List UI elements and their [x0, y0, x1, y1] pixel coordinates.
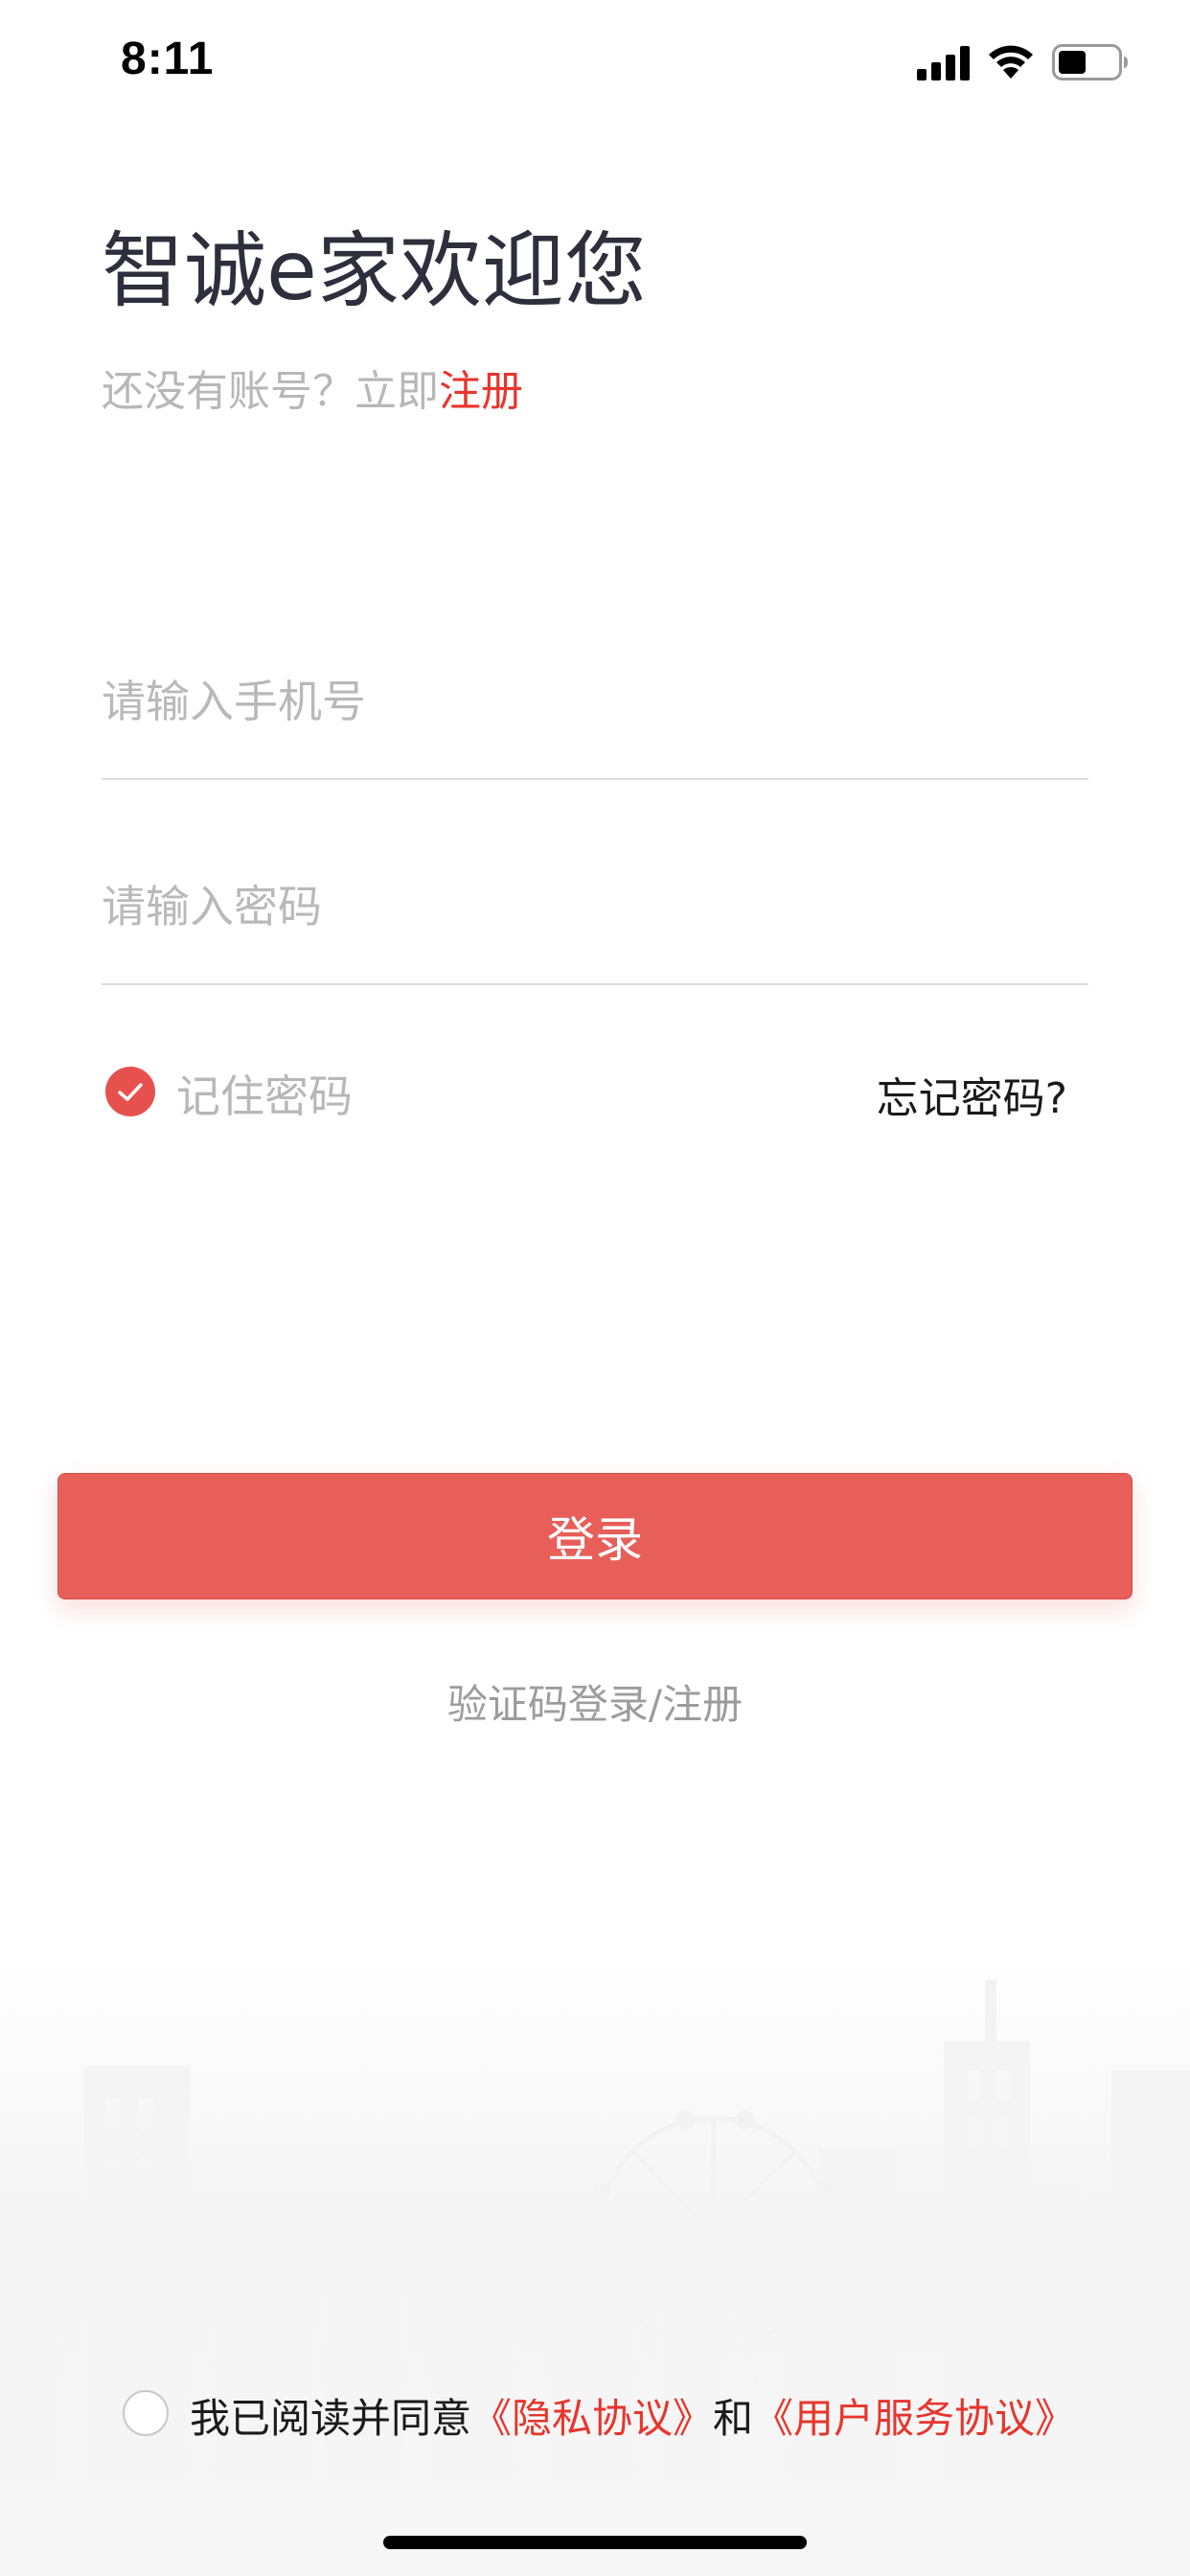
agreement-checkbox[interactable]: [123, 2390, 169, 2436]
home-indicator[interactable]: [383, 2536, 807, 2549]
wifi-icon: [989, 45, 1033, 79]
signal-icon: [917, 46, 970, 80]
password-input[interactable]: [102, 830, 1088, 985]
status-bar: 8:11: [0, 0, 1190, 126]
agreement-conjunction: 和: [713, 2395, 754, 2442]
welcome-title: 智诚e家欢迎您: [102, 223, 647, 319]
login-button[interactable]: 登录: [57, 1473, 1133, 1599]
agreement-text: 我已阅读并同意《隐私协议》和《用户服务协议》: [190, 2386, 1075, 2445]
checkmark-icon: [118, 1083, 143, 1101]
sms-login-link[interactable]: 验证码登录/注册: [0, 1672, 1190, 1731]
login-screen: 8:11 智诚e家欢迎您 还没有账号？立即注册 记住密码 忘记密码?: [0, 0, 1190, 2576]
city-skyline-illustration: [0, 1955, 1190, 2576]
privacy-policy-link[interactable]: 《隐私协议》: [471, 2395, 713, 2442]
register-link[interactable]: 注册: [439, 367, 523, 416]
phone-input[interactable]: [102, 625, 1088, 780]
register-prompt: 还没有账号？立即注册: [102, 356, 523, 418]
agreement-prefix: 我已阅读并同意: [190, 2395, 472, 2442]
register-prompt-text: 还没有账号？立即: [102, 367, 439, 416]
status-time: 8:11: [121, 34, 215, 84]
forgot-password-link[interactable]: 忘记密码?: [877, 1064, 1067, 1125]
service-agreement-link[interactable]: 《用户服务协议》: [753, 2395, 1075, 2442]
battery-icon: [1052, 44, 1128, 80]
remember-password-checkbox[interactable]: [105, 1067, 155, 1116]
remember-password-label[interactable]: 记住密码: [176, 1062, 353, 1125]
